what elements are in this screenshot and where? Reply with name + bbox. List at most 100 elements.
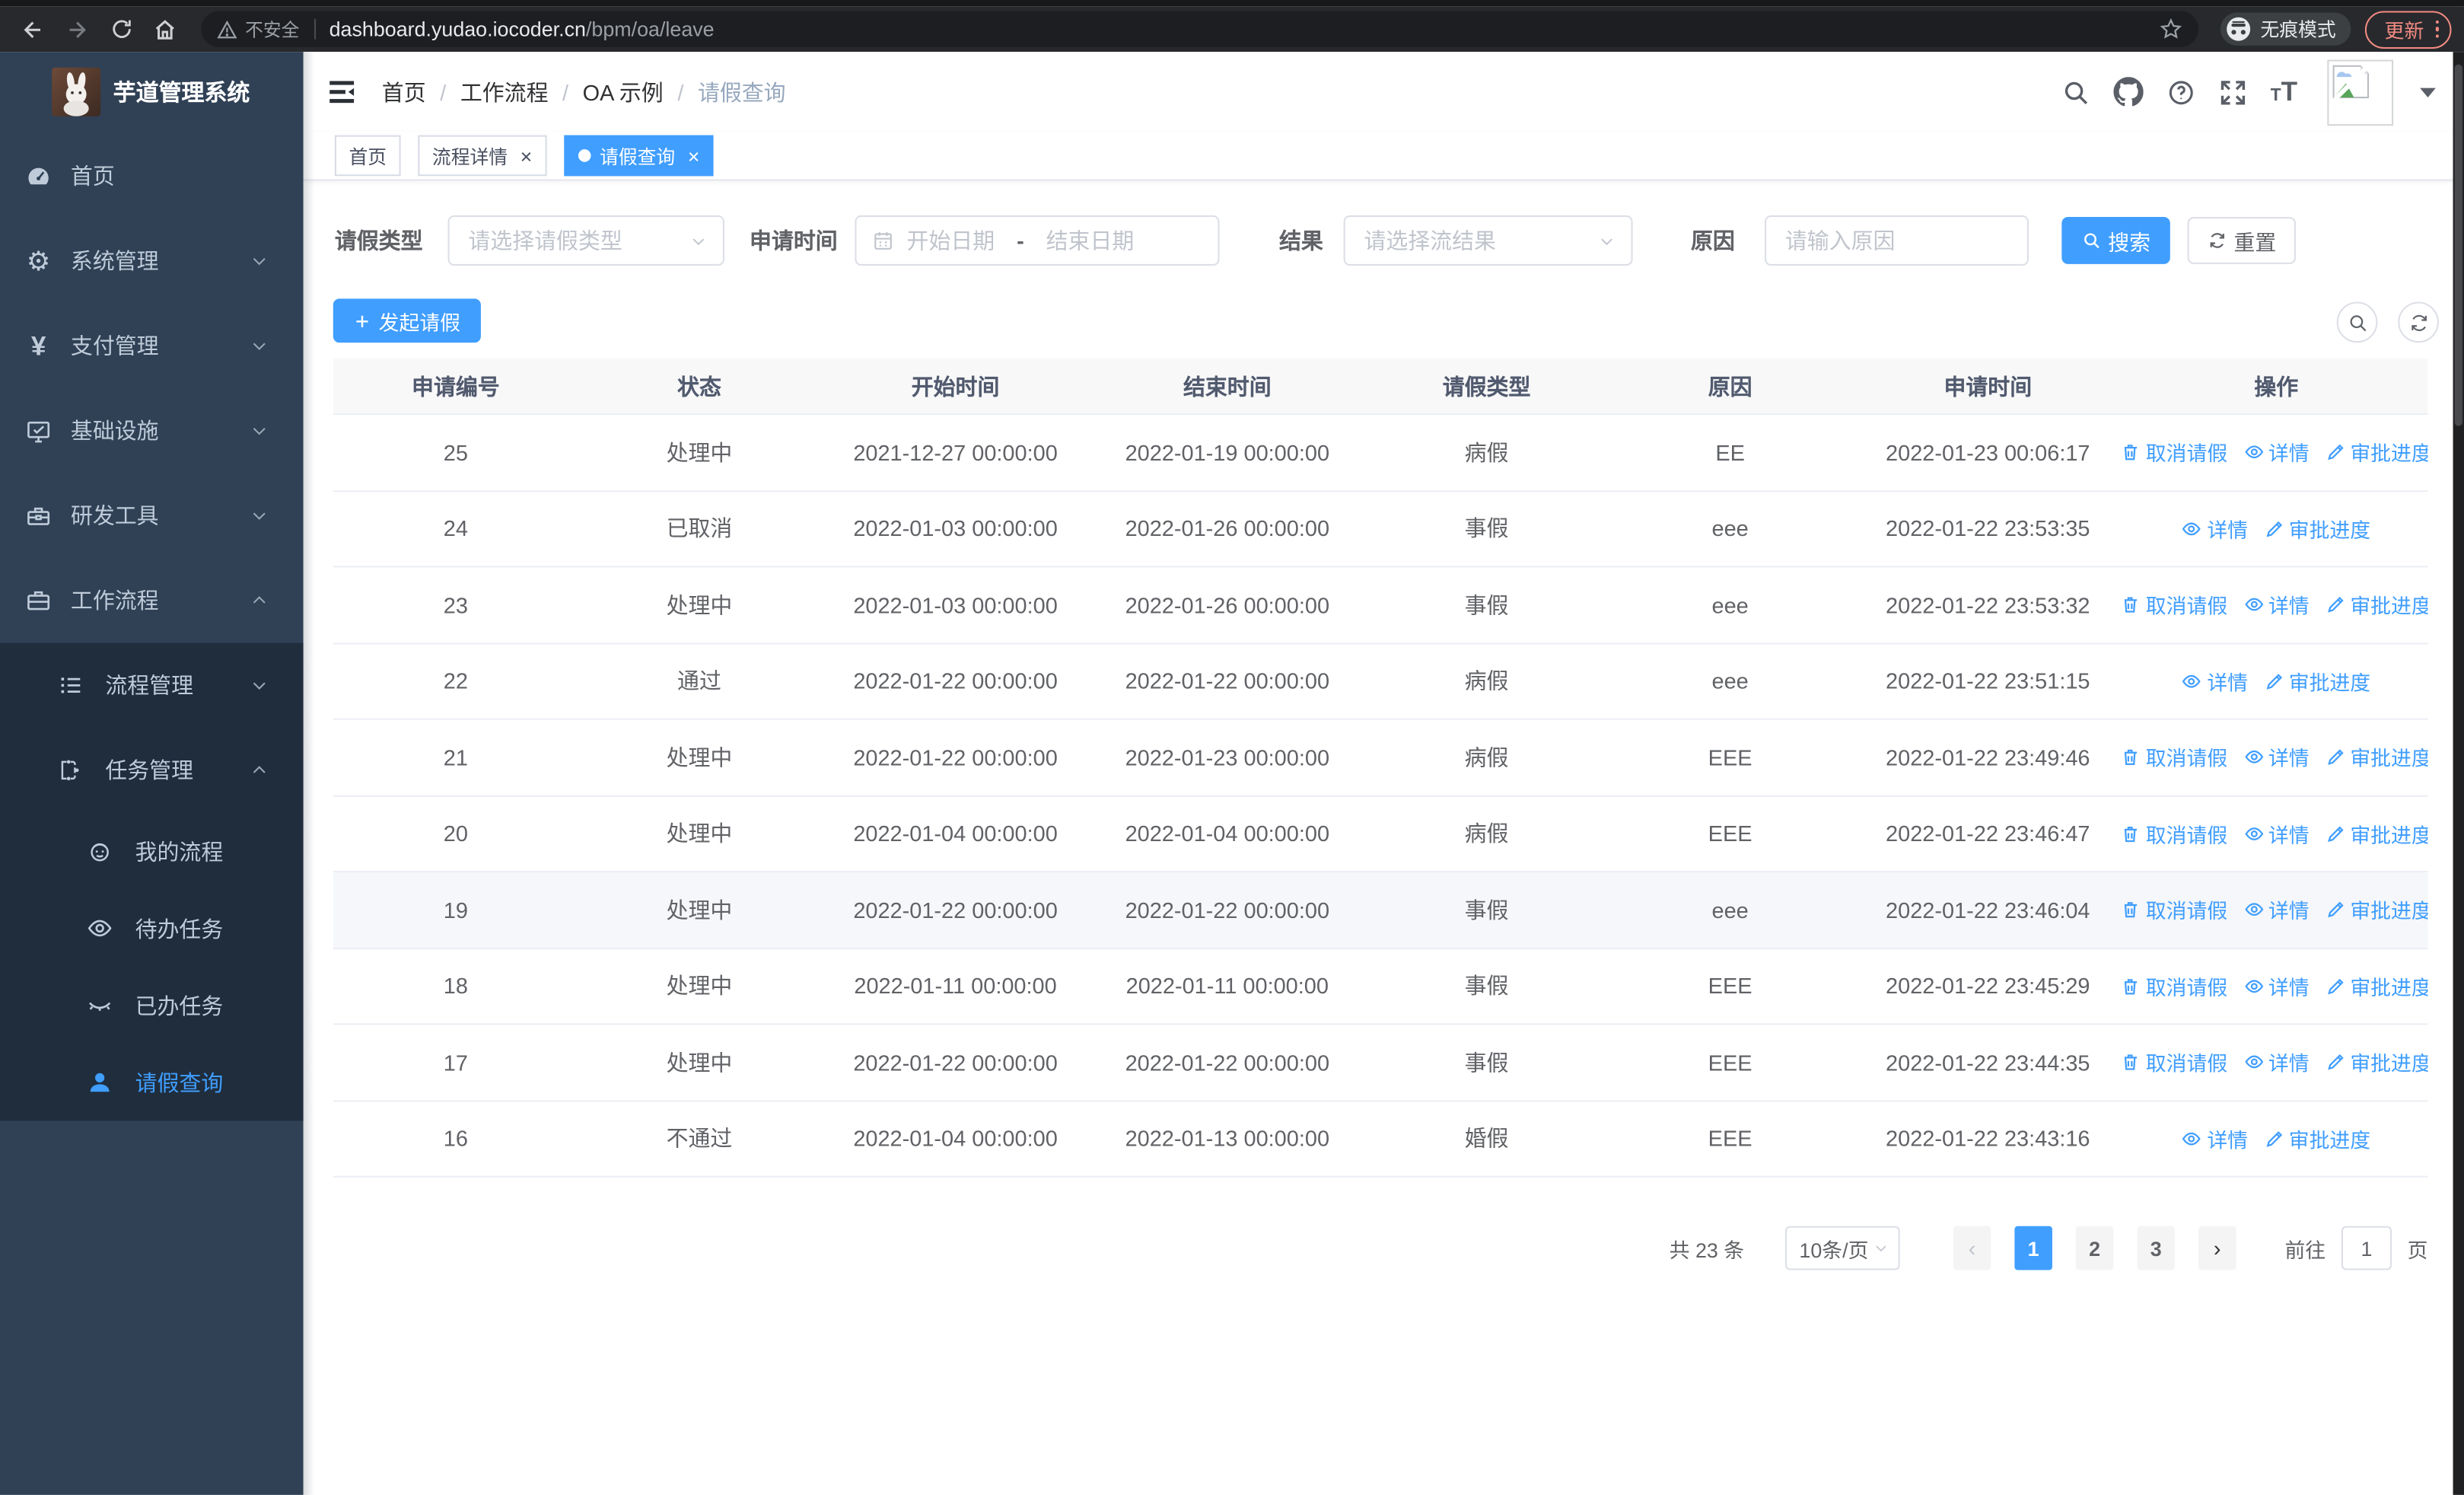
sidebar-item-label: 基础设施 (70, 418, 159, 444)
detail-link[interactable]: 详情 (2243, 742, 2310, 772)
sidebar-item-流程管理[interactable]: 流程管理 (0, 643, 304, 728)
url-text[interactable]: dashboard.yudao.iocoder.cn/bpm/oa/leave (329, 18, 715, 41)
fullscreen-icon[interactable] (2219, 78, 2247, 106)
cancel-leave-link[interactable]: 取消请假 (2124, 438, 2227, 467)
tab-请假查询[interactable]: 请假查询 × (563, 135, 715, 177)
cancel-leave-link[interactable]: 取消请假 (2124, 742, 2227, 772)
back-icon[interactable] (13, 10, 54, 48)
sidebar-item-工作流程[interactable]: 工作流程 (0, 558, 304, 643)
avatar-dropdown-caret-icon[interactable] (2420, 87, 2436, 97)
sidebar-item-首页[interactable]: 首页 (0, 134, 304, 219)
show-search-toggle-button[interactable] (2336, 301, 2378, 343)
sidebar-item-已办任务[interactable]: 已办任务 (0, 967, 304, 1044)
approval-progress-link[interactable]: 审批进度 (2264, 1124, 2370, 1153)
approval-progress-link[interactable]: 审批进度 (2264, 514, 2370, 543)
cell-原因: eee (1711, 515, 1749, 541)
detail-link[interactable]: 详情 (2182, 666, 2248, 696)
breadcrumb-item[interactable]: OA 示例 (583, 76, 664, 107)
page-button-3[interactable]: 3 (2137, 1226, 2175, 1270)
detail-link[interactable]: 详情 (2243, 590, 2310, 620)
reload-icon[interactable] (100, 10, 142, 48)
reason-input[interactable]: 请输入原因 (1765, 215, 2029, 266)
leave-type-select[interactable]: 请选择请假类型 (447, 215, 724, 266)
detail-link[interactable]: 详情 (2243, 1047, 2310, 1077)
github-icon[interactable] (2113, 77, 2144, 107)
reset-button[interactable]: 重置 (2187, 216, 2297, 264)
refresh-table-button[interactable] (2398, 301, 2439, 343)
end-date-placeholder: 结束日期 (1046, 228, 1135, 253)
sidebar-collapse-icon[interactable] (323, 75, 358, 109)
breadcrumb-separator: / (677, 79, 684, 105)
cell-开始时间: 2022-01-22 00:00:00 (853, 744, 1058, 770)
scrollbar-thumb[interactable] (2454, 64, 2462, 426)
url-bar[interactable]: 不安全 dashboard.yudao.iocoder.cn/bpm/oa/le… (201, 11, 2199, 47)
action-label: 详情 (2268, 594, 2310, 619)
prev-page-button[interactable]: ‹ (1953, 1226, 1991, 1270)
cell-操作: 详情 审批进度 (2125, 666, 2428, 696)
detail-link[interactable]: 详情 (2243, 895, 2310, 925)
browser-menu-icon[interactable] (2434, 20, 2439, 39)
detail-link[interactable]: 详情 (2182, 1124, 2248, 1153)
sidebar-item-研发工具[interactable]: 研发工具 (0, 473, 304, 559)
table-row: 19 处理中 2022-01-22 00:00:00 2022-01-22 00:00… (333, 872, 2428, 949)
breadcrumb-item[interactable]: 首页 (382, 76, 426, 107)
home-icon[interactable] (145, 10, 186, 48)
browser-update-button[interactable]: 更新 (2365, 10, 2452, 48)
page-button-1[interactable]: 1 (2014, 1226, 2052, 1270)
user-avatar[interactable] (2327, 59, 2394, 126)
approval-progress-link[interactable]: 审批进度 (2325, 1047, 2428, 1077)
page-size-select[interactable]: 10条/页 (1784, 1226, 1900, 1270)
tab-首页[interactable]: 首页 (334, 135, 401, 177)
cell-状态: 已取消 (666, 515, 733, 541)
approval-progress-link[interactable]: 审批进度 (2325, 742, 2428, 772)
browser-toolbar: 不安全 dashboard.yudao.iocoder.cn/bpm/oa/le… (0, 6, 2464, 53)
range-separator: - (1017, 228, 1024, 253)
tab-流程详情[interactable]: 流程详情 × (418, 135, 546, 177)
cell-开始时间: 2022-01-22 00:00:00 (853, 1049, 1058, 1075)
detail-link[interactable]: 详情 (2243, 438, 2310, 467)
cell-申请时间: 2022-01-22 23:53:32 (1886, 592, 2090, 618)
approval-progress-link[interactable]: 审批进度 (2325, 895, 2428, 925)
approval-progress-link[interactable]: 审批进度 (2325, 438, 2428, 467)
chevron-down-icon (250, 251, 269, 270)
approval-progress-link[interactable]: 审批进度 (2325, 971, 2428, 1001)
result-select[interactable]: 请选择流结果 (1343, 215, 1633, 266)
cancel-leave-link[interactable]: 取消请假 (2124, 590, 2227, 620)
tab-close-icon[interactable]: × (520, 145, 533, 166)
approval-progress-link[interactable]: 审批进度 (2264, 666, 2370, 696)
tab-close-icon[interactable]: × (688, 145, 700, 166)
detail-link[interactable]: 详情 (2182, 514, 2248, 543)
detail-link[interactable]: 详情 (2243, 818, 2310, 848)
bookmark-star-icon[interactable] (2160, 18, 2183, 41)
create-leave-button[interactable]: 发起请假 (333, 298, 481, 343)
apply-time-range-picker[interactable]: 开始日期 - 结束日期 (855, 215, 1220, 266)
next-page-button[interactable]: › (2198, 1226, 2236, 1270)
forward-icon[interactable] (56, 10, 97, 48)
security-warning[interactable]: 不安全 (217, 17, 299, 42)
browser-scrollbar[interactable] (2453, 52, 2464, 1495)
search-button[interactable]: 搜索 (2061, 216, 2170, 264)
cancel-leave-link[interactable]: 取消请假 (2124, 818, 2227, 848)
approval-progress-link[interactable]: 审批进度 (2325, 590, 2428, 620)
cell-开始时间: 2022-01-22 00:00:00 (853, 897, 1058, 923)
approval-progress-link[interactable]: 审批进度 (2325, 818, 2428, 848)
font-size-icon[interactable]: TT (2271, 78, 2297, 105)
breadcrumb-item[interactable]: 工作流程 (460, 76, 549, 107)
sidebar-item-待办任务[interactable]: 待办任务 (0, 890, 304, 967)
cancel-leave-link[interactable]: 取消请假 (2124, 971, 2227, 1001)
goto-page-input[interactable]: 1 (2341, 1226, 2392, 1270)
sidebar-item-我的流程[interactable]: 我的流程 (0, 813, 304, 890)
sidebar-item-任务管理[interactable]: 任务管理 (0, 728, 304, 813)
detail-link[interactable]: 详情 (2243, 971, 2310, 1001)
cancel-leave-link[interactable]: 取消请假 (2124, 1047, 2227, 1077)
user-icon (87, 1069, 113, 1095)
cancel-leave-link[interactable]: 取消请假 (2124, 895, 2227, 925)
sidebar-item-支付管理[interactable]: ¥ 支付管理 (0, 304, 304, 389)
sidebar-item-请假查询[interactable]: 请假查询 (0, 1044, 304, 1120)
sidebar-item-系统管理[interactable]: ⚙ 系统管理 (0, 218, 304, 304)
header-search-icon[interactable] (2061, 78, 2090, 106)
sidebar-item-基础设施[interactable]: 基础设施 (0, 388, 304, 473)
page-button-2[interactable]: 2 (2075, 1226, 2114, 1270)
navbar: 首页 / 工作流程 / OA 示例 / 请假查询 TT (303, 52, 2464, 132)
help-icon[interactable] (2166, 78, 2195, 106)
